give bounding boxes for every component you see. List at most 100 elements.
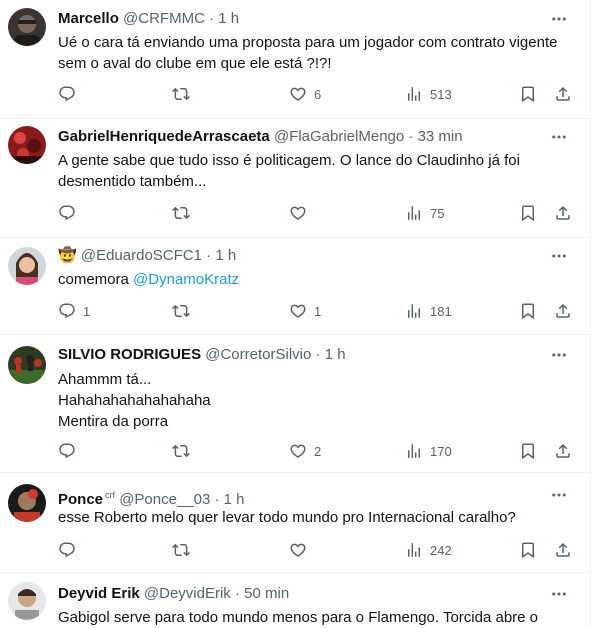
action-bar: 2 170 bbox=[58, 441, 568, 461]
like-icon bbox=[289, 442, 307, 460]
author-name[interactable]: 🤠 bbox=[58, 247, 77, 264]
views-icon bbox=[405, 85, 423, 103]
reply-button[interactable] bbox=[58, 441, 83, 461]
tweet-line: Hahahahahahahahaha bbox=[58, 392, 211, 409]
views-button[interactable]: 181 bbox=[405, 301, 452, 321]
share-button[interactable] bbox=[554, 84, 572, 104]
reply-button[interactable] bbox=[58, 84, 83, 104]
tweet-text: Gabigol serve para todo mundo menos para… bbox=[58, 607, 560, 628]
more-icon[interactable] bbox=[550, 346, 570, 364]
author-name[interactable]: Deyvid Erik bbox=[58, 585, 140, 602]
like-count: 6 bbox=[314, 86, 322, 102]
share-button[interactable] bbox=[554, 441, 572, 461]
view-count: 181 bbox=[430, 303, 452, 319]
mention-link[interactable]: @DynamoKratz bbox=[133, 271, 239, 288]
avatar[interactable] bbox=[8, 8, 46, 46]
more-icon[interactable] bbox=[550, 486, 570, 504]
share-button[interactable] bbox=[554, 203, 572, 223]
like-button[interactable] bbox=[289, 540, 314, 560]
tweet-text: comemora @DynamoKratz bbox=[58, 269, 560, 290]
timestamp[interactable]: 33 min bbox=[418, 128, 463, 145]
reply-button[interactable] bbox=[58, 540, 83, 560]
bookmark-button[interactable] bbox=[519, 301, 537, 321]
tweet-eduardo[interactable]: 🤠 @EduardoSCFC1 · 1 h comemora @DynamoKr… bbox=[0, 237, 590, 335]
author-handle[interactable]: @FlaGabrielMengo bbox=[274, 128, 404, 145]
view-count: 513 bbox=[430, 86, 452, 102]
views-icon bbox=[405, 541, 423, 559]
author-handle[interactable]: @Ponce__03 bbox=[119, 491, 210, 508]
views-button[interactable]: 242 bbox=[405, 540, 452, 560]
timestamp[interactable]: 1 h bbox=[215, 247, 236, 264]
author-handle[interactable]: @CRFMMC bbox=[123, 10, 205, 27]
more-icon[interactable] bbox=[550, 10, 570, 28]
bookmark-button[interactable] bbox=[519, 441, 537, 461]
like-button[interactable] bbox=[289, 203, 314, 223]
separator: · bbox=[206, 247, 212, 264]
author-name[interactable]: Ponce bbox=[58, 491, 103, 508]
avatar[interactable] bbox=[8, 484, 46, 522]
like-count: 2 bbox=[314, 443, 322, 459]
tweet-gabriel[interactable]: GabrielHenriquedeArrascaeta @FlaGabrielM… bbox=[0, 118, 590, 238]
share-icon bbox=[554, 442, 572, 460]
author-name[interactable]: GabrielHenriquedeArrascaeta bbox=[58, 128, 270, 145]
author-handle[interactable]: @EduardoSCFC1 bbox=[81, 247, 202, 264]
tweet-line: A gente sabe que tudo isso é politicagem… bbox=[58, 152, 520, 169]
more-icon[interactable] bbox=[550, 247, 570, 265]
reply-button[interactable] bbox=[58, 203, 83, 223]
avatar[interactable] bbox=[8, 346, 46, 384]
timestamp[interactable]: 50 min bbox=[244, 585, 289, 602]
tweet-line: comemora @DynamoKratz bbox=[58, 269, 560, 290]
bookmark-button[interactable] bbox=[519, 84, 537, 104]
retweet-button[interactable] bbox=[172, 84, 197, 104]
retweet-icon bbox=[172, 541, 190, 559]
avatar[interactable] bbox=[8, 247, 46, 285]
views-button[interactable]: 513 bbox=[405, 84, 452, 104]
more-icon[interactable] bbox=[550, 128, 570, 146]
action-bar: 242 bbox=[58, 540, 568, 560]
tweet-marcello[interactable]: Marcello @CRFMMC · 1 h Ué o cara tá envi… bbox=[0, 0, 590, 119]
timestamp[interactable]: 1 h bbox=[224, 491, 245, 508]
tweet-text: Ahammm tá... Hahahahahahahahaha Mentira … bbox=[58, 369, 560, 432]
separator: · bbox=[315, 346, 321, 363]
tweet-line: esse Roberto melo quer levar todo mundo … bbox=[58, 509, 516, 526]
more-icon[interactable] bbox=[550, 585, 570, 603]
tweet-silvio[interactable]: SILVIO RODRIGUES @CorretorSilvio · 1 h A… bbox=[0, 334, 590, 473]
view-count: 75 bbox=[430, 205, 445, 221]
author-name[interactable]: Marcello bbox=[58, 10, 119, 27]
like-button[interactable]: 1 bbox=[289, 301, 321, 321]
bookmark-icon bbox=[519, 85, 537, 103]
share-button[interactable] bbox=[554, 540, 572, 560]
like-button[interactable]: 2 bbox=[289, 441, 321, 461]
retweet-icon bbox=[172, 302, 190, 320]
tweet-line: Gabigol serve para todo mundo menos para… bbox=[58, 609, 539, 626]
bookmark-button[interactable] bbox=[519, 540, 537, 560]
avatar[interactable] bbox=[8, 582, 46, 620]
timestamp[interactable]: 1 h bbox=[218, 10, 239, 27]
views-button[interactable]: 75 bbox=[405, 203, 444, 223]
retweet-button[interactable] bbox=[172, 301, 197, 321]
like-button[interactable]: 6 bbox=[289, 84, 321, 104]
tweet-deyvid[interactable]: Deyvid Erik @DeyvidErik · 50 min Gabigol… bbox=[0, 572, 590, 628]
view-count: 242 bbox=[430, 542, 452, 558]
share-button[interactable] bbox=[554, 301, 572, 321]
bookmark-icon bbox=[519, 541, 537, 559]
author-handle[interactable]: @CorretorSilvio bbox=[205, 346, 311, 363]
tweet-text: esse Roberto melo quer levar todo mundo … bbox=[58, 507, 560, 528]
tweet-line: Ahammm tá... bbox=[58, 371, 152, 388]
retweet-button[interactable] bbox=[172, 540, 197, 560]
retweet-button[interactable] bbox=[172, 203, 197, 223]
timestamp[interactable]: 1 h bbox=[325, 346, 346, 363]
like-icon bbox=[289, 302, 307, 320]
avatar[interactable] bbox=[8, 126, 46, 164]
reply-button[interactable]: 1 bbox=[58, 301, 90, 321]
bookmark-button[interactable] bbox=[519, 203, 537, 223]
share-icon bbox=[554, 204, 572, 222]
retweet-button[interactable] bbox=[172, 441, 197, 461]
tweet-text-prefix: comemora bbox=[58, 271, 134, 288]
views-button[interactable]: 170 bbox=[405, 441, 452, 461]
separator: · bbox=[408, 128, 414, 145]
club-badge: crf bbox=[105, 490, 116, 500]
author-name[interactable]: SILVIO RODRIGUES bbox=[58, 346, 201, 363]
author-handle[interactable]: @DeyvidErik bbox=[144, 585, 231, 602]
tweet-ponce[interactable]: Ponce crf @Ponce__03 · 1 h esse Roberto m… bbox=[0, 472, 590, 573]
